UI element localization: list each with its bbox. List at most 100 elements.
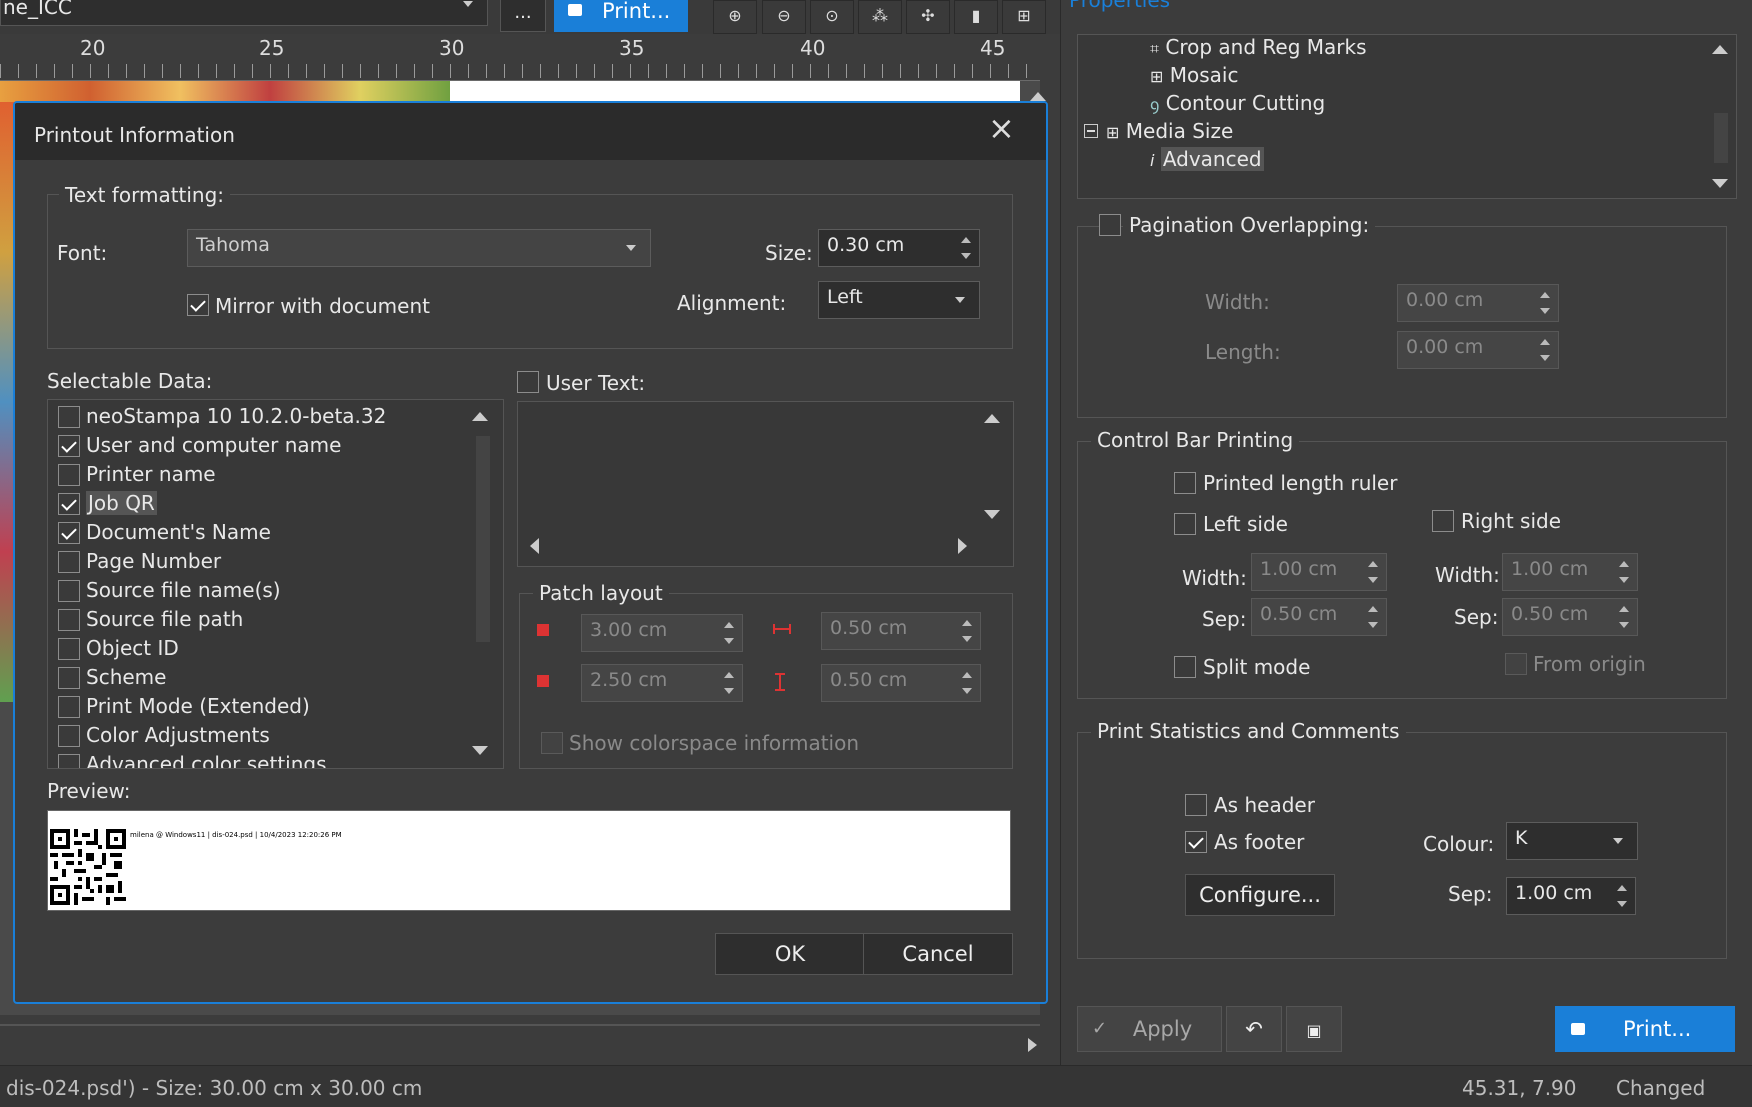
print-top-button[interactable]: Print... [554,0,688,32]
canvas-hscroll[interactable] [0,1024,1040,1026]
right-width-input[interactable]: 1.00 cm [1502,553,1638,591]
as-header-checkbox[interactable] [1185,794,1207,816]
font-dropdown[interactable]: Tahoma [187,229,651,267]
tree-item-advanced[interactable]: i Advanced [1150,147,1264,171]
undo-button[interactable]: ↶ [1226,1006,1282,1052]
list-scroll-down-icon[interactable] [472,746,488,755]
spinner-icon[interactable] [955,232,977,264]
selectable-data-item[interactable]: Page Number [52,549,472,577]
select-icon[interactable]: ✣ [906,0,950,34]
split-mode-checkbox[interactable] [1174,656,1196,678]
tree-item-mosaic[interactable]: ⊞ Mosaic [1150,63,1239,87]
spinner-icon[interactable] [718,617,740,649]
length-ruler-checkbox[interactable] [1174,472,1196,494]
ok-button[interactable]: OK [715,933,865,975]
selectable-data-checkbox[interactable] [58,609,80,631]
selectable-data-item[interactable]: neoStampa 10 10.2.0-beta.32 [52,404,472,432]
selectable-data-checkbox[interactable] [58,493,80,515]
from-origin-checkbox[interactable] [1505,653,1527,675]
selectable-data-list[interactable]: neoStampa 10 10.2.0-beta.32 User and comp… [47,399,504,769]
textarea-scroll-down-icon[interactable] [984,510,1000,519]
user-text-checkbox[interactable] [517,371,539,393]
selectable-data-checkbox[interactable] [58,522,80,544]
zoom-in-icon[interactable]: ⊕ [713,0,757,34]
patch-width-input[interactable]: 3.00 cm [581,614,743,652]
selectable-data-item[interactable]: Source file path [52,607,472,635]
settings-tree[interactable]: ⌗ Crop and Reg Marks ⊞ Mosaic ꝯ Contour … [1077,34,1737,199]
tile-icon[interactable]: ⁂ [858,0,902,34]
selectable-data-checkbox[interactable] [58,725,80,747]
tree-scroll-down-icon[interactable] [1712,179,1728,188]
selectable-data-item[interactable]: Object ID [52,636,472,664]
canvas-scroll-up-icon[interactable] [1030,92,1046,101]
selectable-data-item[interactable]: Document's Name [52,520,472,548]
patch-gap-v-input[interactable]: 0.50 cm [821,664,981,702]
selectable-data-checkbox[interactable] [58,667,80,689]
spinner-icon[interactable] [1362,601,1384,633]
selectable-data-item[interactable]: Printer name [52,462,472,490]
selectable-data-item[interactable]: User and computer name [52,433,472,461]
alignment-dropdown[interactable]: Left [818,281,980,319]
patch-height-input[interactable]: 2.50 cm [581,664,743,702]
right-sep-input[interactable]: 0.50 cm [1502,598,1638,636]
textarea-scroll-left-icon[interactable] [530,538,539,554]
spinner-icon[interactable] [1534,334,1556,366]
configure-button[interactable]: Configure... [1185,874,1335,916]
selectable-data-checkbox[interactable] [58,638,80,660]
as-footer-checkbox[interactable] [1185,831,1207,853]
selectable-data-checkbox[interactable] [58,551,80,573]
tree-scroll-up-icon[interactable] [1712,45,1728,54]
left-side-checkbox[interactable] [1174,513,1196,535]
pagination-width-input[interactable]: 0.00 cm [1397,284,1559,322]
close-icon[interactable]: × [988,109,1015,147]
selectable-data-item[interactable]: Job QR [52,491,472,519]
spinner-icon[interactable] [1611,880,1633,912]
tree-scrollbar-thumb[interactable] [1714,113,1728,163]
colour-dropdown[interactable]: K [1506,822,1638,860]
tree-item-contour-cutting[interactable]: ꝯ Contour Cutting [1150,91,1325,115]
show-colorspace-checkbox[interactable] [541,732,563,754]
spinner-icon[interactable] [956,667,978,699]
left-width-input[interactable]: 1.00 cm [1251,553,1387,591]
spinner-icon[interactable] [1362,556,1384,588]
spinner-icon[interactable] [1613,556,1635,588]
selectable-data-checkbox[interactable] [58,580,80,602]
selectable-data-item[interactable]: Advanced color settings [52,752,472,768]
spinner-icon[interactable] [1534,287,1556,319]
selectable-data-item[interactable]: Color Adjustments [52,723,472,751]
user-text-area[interactable] [517,401,1014,567]
save-button[interactable]: ▣ [1286,1006,1342,1052]
tree-item-crop-marks[interactable]: ⌗ Crop and Reg Marks [1150,35,1367,59]
tree-item-media-size[interactable]: ⊞ Media Size [1106,119,1233,143]
collapse-toggle-icon[interactable] [1084,124,1098,138]
zoom-fit-icon[interactable]: ⊙ [810,0,854,34]
pagination-length-input[interactable]: 0.00 cm [1397,331,1559,369]
textarea-scroll-right-icon[interactable] [958,538,967,554]
pagination-checkbox[interactable] [1099,214,1121,236]
profile-dropdown[interactable]: ne_ICC [0,0,488,26]
list-scroll-up-icon[interactable] [472,412,488,421]
dialog-titlebar[interactable]: Printout Information × [15,103,1046,160]
selectable-data-item[interactable]: Print Mode (Extended) [52,694,472,722]
apply-button[interactable]: ✓ Apply [1077,1006,1222,1052]
list-scrollbar-thumb[interactable] [476,436,490,642]
print-button[interactable]: Print... [1555,1006,1735,1052]
zoom-out-icon[interactable]: ⊖ [762,0,806,34]
patch-gap-h-input[interactable]: 0.50 cm [821,612,981,650]
cancel-button[interactable]: Cancel [863,933,1013,975]
selectable-data-item[interactable]: Scheme [52,665,472,693]
more-button[interactable]: ... [500,0,546,32]
spinner-icon[interactable] [1613,601,1635,633]
spinner-icon[interactable] [718,667,740,699]
selectable-data-item[interactable]: Source file name(s) [52,578,472,606]
size-input[interactable]: 0.30 cm [818,229,980,267]
selectable-data-checkbox[interactable] [58,754,80,768]
right-side-checkbox[interactable] [1432,510,1454,532]
canvas-scroll-right-icon[interactable] [1028,1038,1037,1052]
selectable-data-checkbox[interactable] [58,435,80,457]
grid-icon[interactable]: ⊞ [1002,0,1046,34]
spinner-icon[interactable] [956,615,978,647]
textarea-scroll-up-icon[interactable] [984,414,1000,423]
selectable-data-checkbox[interactable] [58,406,80,428]
selectable-data-checkbox[interactable] [58,696,80,718]
